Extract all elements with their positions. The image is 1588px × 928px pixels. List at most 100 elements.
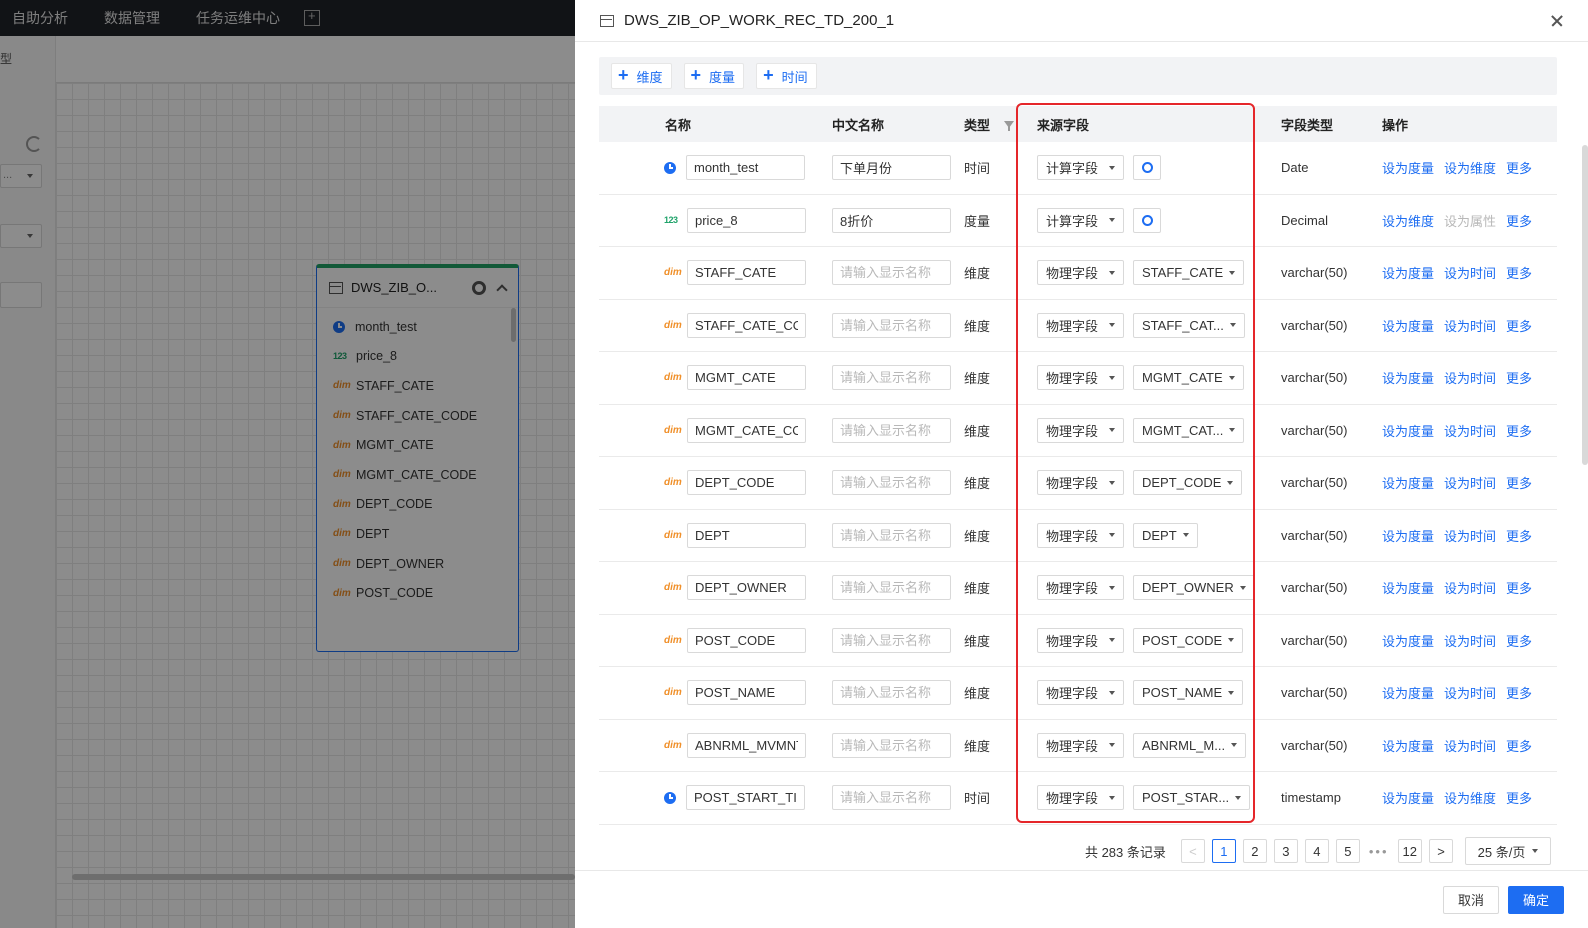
cn-name-input[interactable] <box>832 260 951 286</box>
source-type-select[interactable]: 物理字段 <box>1037 575 1124 601</box>
set-type-action-link[interactable]: 设为度量 <box>1382 473 1434 492</box>
source-field-select[interactable]: ABNRML_M... <box>1133 732 1247 758</box>
cn-name-input[interactable] <box>832 732 951 758</box>
page-1-button[interactable]: 1 <box>1211 839 1236 863</box>
cn-name-input[interactable] <box>832 155 951 181</box>
set-type-action-link[interactable]: 设为度量 <box>1382 631 1434 650</box>
add-dimension-button[interactable]: + 维度 <box>611 63 672 89</box>
set-type-action-link[interactable]: 设为度量 <box>1382 526 1434 545</box>
set-type-action-link[interactable]: 设为度量 <box>1382 683 1434 702</box>
field-name-input[interactable] <box>686 785 805 811</box>
add-time-button[interactable]: + 时间 <box>756 63 817 89</box>
source-type-select[interactable]: 物理字段 <box>1037 470 1124 496</box>
confirm-button[interactable]: 确定 <box>1507 885 1564 914</box>
drawer-mask-overlay[interactable] <box>0 0 575 928</box>
field-name-input[interactable] <box>687 522 806 548</box>
source-field-select[interactable]: MGMT_CAT... <box>1133 417 1245 443</box>
source-type-select[interactable]: 物理字段 <box>1037 680 1124 706</box>
source-field-select[interactable]: POST_NAME <box>1133 680 1244 706</box>
source-type-select[interactable]: 物理字段 <box>1037 260 1124 286</box>
source-type-select[interactable]: 物理字段 <box>1037 785 1124 811</box>
set-type-action-link[interactable]: 设为维度 <box>1444 788 1496 807</box>
source-field-select[interactable]: DEPT_CODE <box>1133 470 1243 496</box>
field-name-input[interactable] <box>687 207 806 233</box>
more-action-link[interactable]: 更多 <box>1506 211 1532 230</box>
source-field-select[interactable]: POST_CODE <box>1133 627 1244 653</box>
set-type-action-link[interactable]: 设为时间 <box>1444 421 1496 440</box>
field-name-input[interactable] <box>687 260 806 286</box>
cn-name-input[interactable] <box>832 470 951 496</box>
source-field-select[interactable]: MGMT_CATE <box>1133 365 1244 391</box>
set-type-action-link[interactable]: 设为维度 <box>1444 158 1496 177</box>
close-icon[interactable] <box>1536 0 1578 42</box>
source-type-select[interactable]: 物理字段 <box>1037 627 1124 653</box>
source-field-select[interactable]: DEPT <box>1133 522 1198 548</box>
set-type-action-link[interactable]: 设为度量 <box>1382 421 1434 440</box>
cn-name-input[interactable] <box>832 575 951 601</box>
source-field-select[interactable]: STAFF_CATE <box>1133 260 1245 286</box>
set-type-action-link[interactable]: 设为时间 <box>1444 578 1496 597</box>
more-action-link[interactable]: 更多 <box>1506 368 1532 387</box>
set-type-action-link[interactable]: 设为度量 <box>1382 158 1434 177</box>
filter-icon[interactable] <box>1004 120 1015 131</box>
more-action-link[interactable]: 更多 <box>1506 788 1532 807</box>
source-type-select[interactable]: 物理字段 <box>1037 312 1124 338</box>
field-name-input[interactable] <box>687 627 806 653</box>
field-name-input[interactable] <box>687 365 806 391</box>
cn-name-input[interactable] <box>832 365 951 391</box>
set-type-action-link[interactable]: 设为度量 <box>1382 736 1434 755</box>
source-type-select[interactable]: 物理字段 <box>1037 522 1124 548</box>
more-action-link[interactable]: 更多 <box>1506 683 1532 702</box>
field-name-input[interactable] <box>687 575 806 601</box>
source-type-select[interactable]: 物理字段 <box>1037 417 1124 443</box>
source-type-select[interactable]: 计算字段 <box>1037 155 1124 181</box>
source-type-select[interactable]: 计算字段 <box>1037 207 1124 233</box>
cn-name-input[interactable] <box>832 312 951 338</box>
table-vertical-scrollbar[interactable] <box>1582 145 1588 465</box>
source-type-select[interactable]: 物理字段 <box>1037 365 1124 391</box>
set-type-action-link[interactable]: 设为度量 <box>1382 578 1434 597</box>
cn-name-input[interactable] <box>832 627 951 653</box>
page-4-button[interactable]: 4 <box>1304 839 1329 863</box>
field-name-input[interactable] <box>687 312 806 338</box>
more-action-link[interactable]: 更多 <box>1506 578 1532 597</box>
more-action-link[interactable]: 更多 <box>1506 526 1532 545</box>
cn-name-input[interactable] <box>832 207 951 233</box>
page-ellipsis[interactable]: ••• <box>1369 844 1389 859</box>
page-last-button[interactable]: 12 <box>1397 839 1422 863</box>
source-field-select[interactable]: POST_STAR... <box>1133 785 1251 811</box>
add-measure-button[interactable]: + 度量 <box>683 63 745 89</box>
prev-page-button[interactable]: < <box>1180 839 1205 863</box>
field-name-input[interactable] <box>687 417 806 443</box>
set-type-action-link[interactable]: 设为时间 <box>1444 526 1496 545</box>
set-type-action-link[interactable]: 设为度量 <box>1382 263 1434 282</box>
field-name-input[interactable] <box>687 470 806 496</box>
set-type-action-link[interactable]: 设为度量 <box>1382 368 1434 387</box>
cancel-button[interactable]: 取消 <box>1442 885 1499 914</box>
set-type-action-link[interactable]: 设为度量 <box>1382 788 1434 807</box>
cn-name-input[interactable] <box>832 417 951 443</box>
more-action-link[interactable]: 更多 <box>1506 263 1532 282</box>
page-3-button[interactable]: 3 <box>1273 839 1298 863</box>
set-type-action-link[interactable]: 设为度量 <box>1382 316 1434 335</box>
calc-settings-button[interactable] <box>1133 155 1161 181</box>
next-page-button[interactable]: > <box>1429 839 1453 863</box>
more-action-link[interactable]: 更多 <box>1506 736 1532 755</box>
set-type-action-link[interactable]: 设为时间 <box>1444 473 1496 492</box>
page-2-button[interactable]: 2 <box>1242 839 1267 863</box>
set-type-action-link[interactable]: 设为时间 <box>1444 736 1496 755</box>
set-type-action-link[interactable]: 设为维度 <box>1382 211 1434 230</box>
set-type-action-link[interactable]: 设为时间 <box>1444 683 1496 702</box>
cn-name-input[interactable] <box>832 522 951 548</box>
more-action-link[interactable]: 更多 <box>1506 158 1532 177</box>
more-action-link[interactable]: 更多 <box>1506 421 1532 440</box>
more-action-link[interactable]: 更多 <box>1506 316 1532 335</box>
set-type-action-link[interactable]: 设为时间 <box>1444 631 1496 650</box>
field-name-input[interactable] <box>686 155 805 181</box>
set-type-action-link[interactable]: 设为时间 <box>1444 316 1496 335</box>
page-size-select[interactable]: 25 条/页 <box>1465 837 1551 865</box>
more-action-link[interactable]: 更多 <box>1506 631 1532 650</box>
cn-name-input[interactable] <box>832 680 951 706</box>
page-5-button[interactable]: 5 <box>1335 839 1360 863</box>
source-type-select[interactable]: 物理字段 <box>1037 732 1124 758</box>
